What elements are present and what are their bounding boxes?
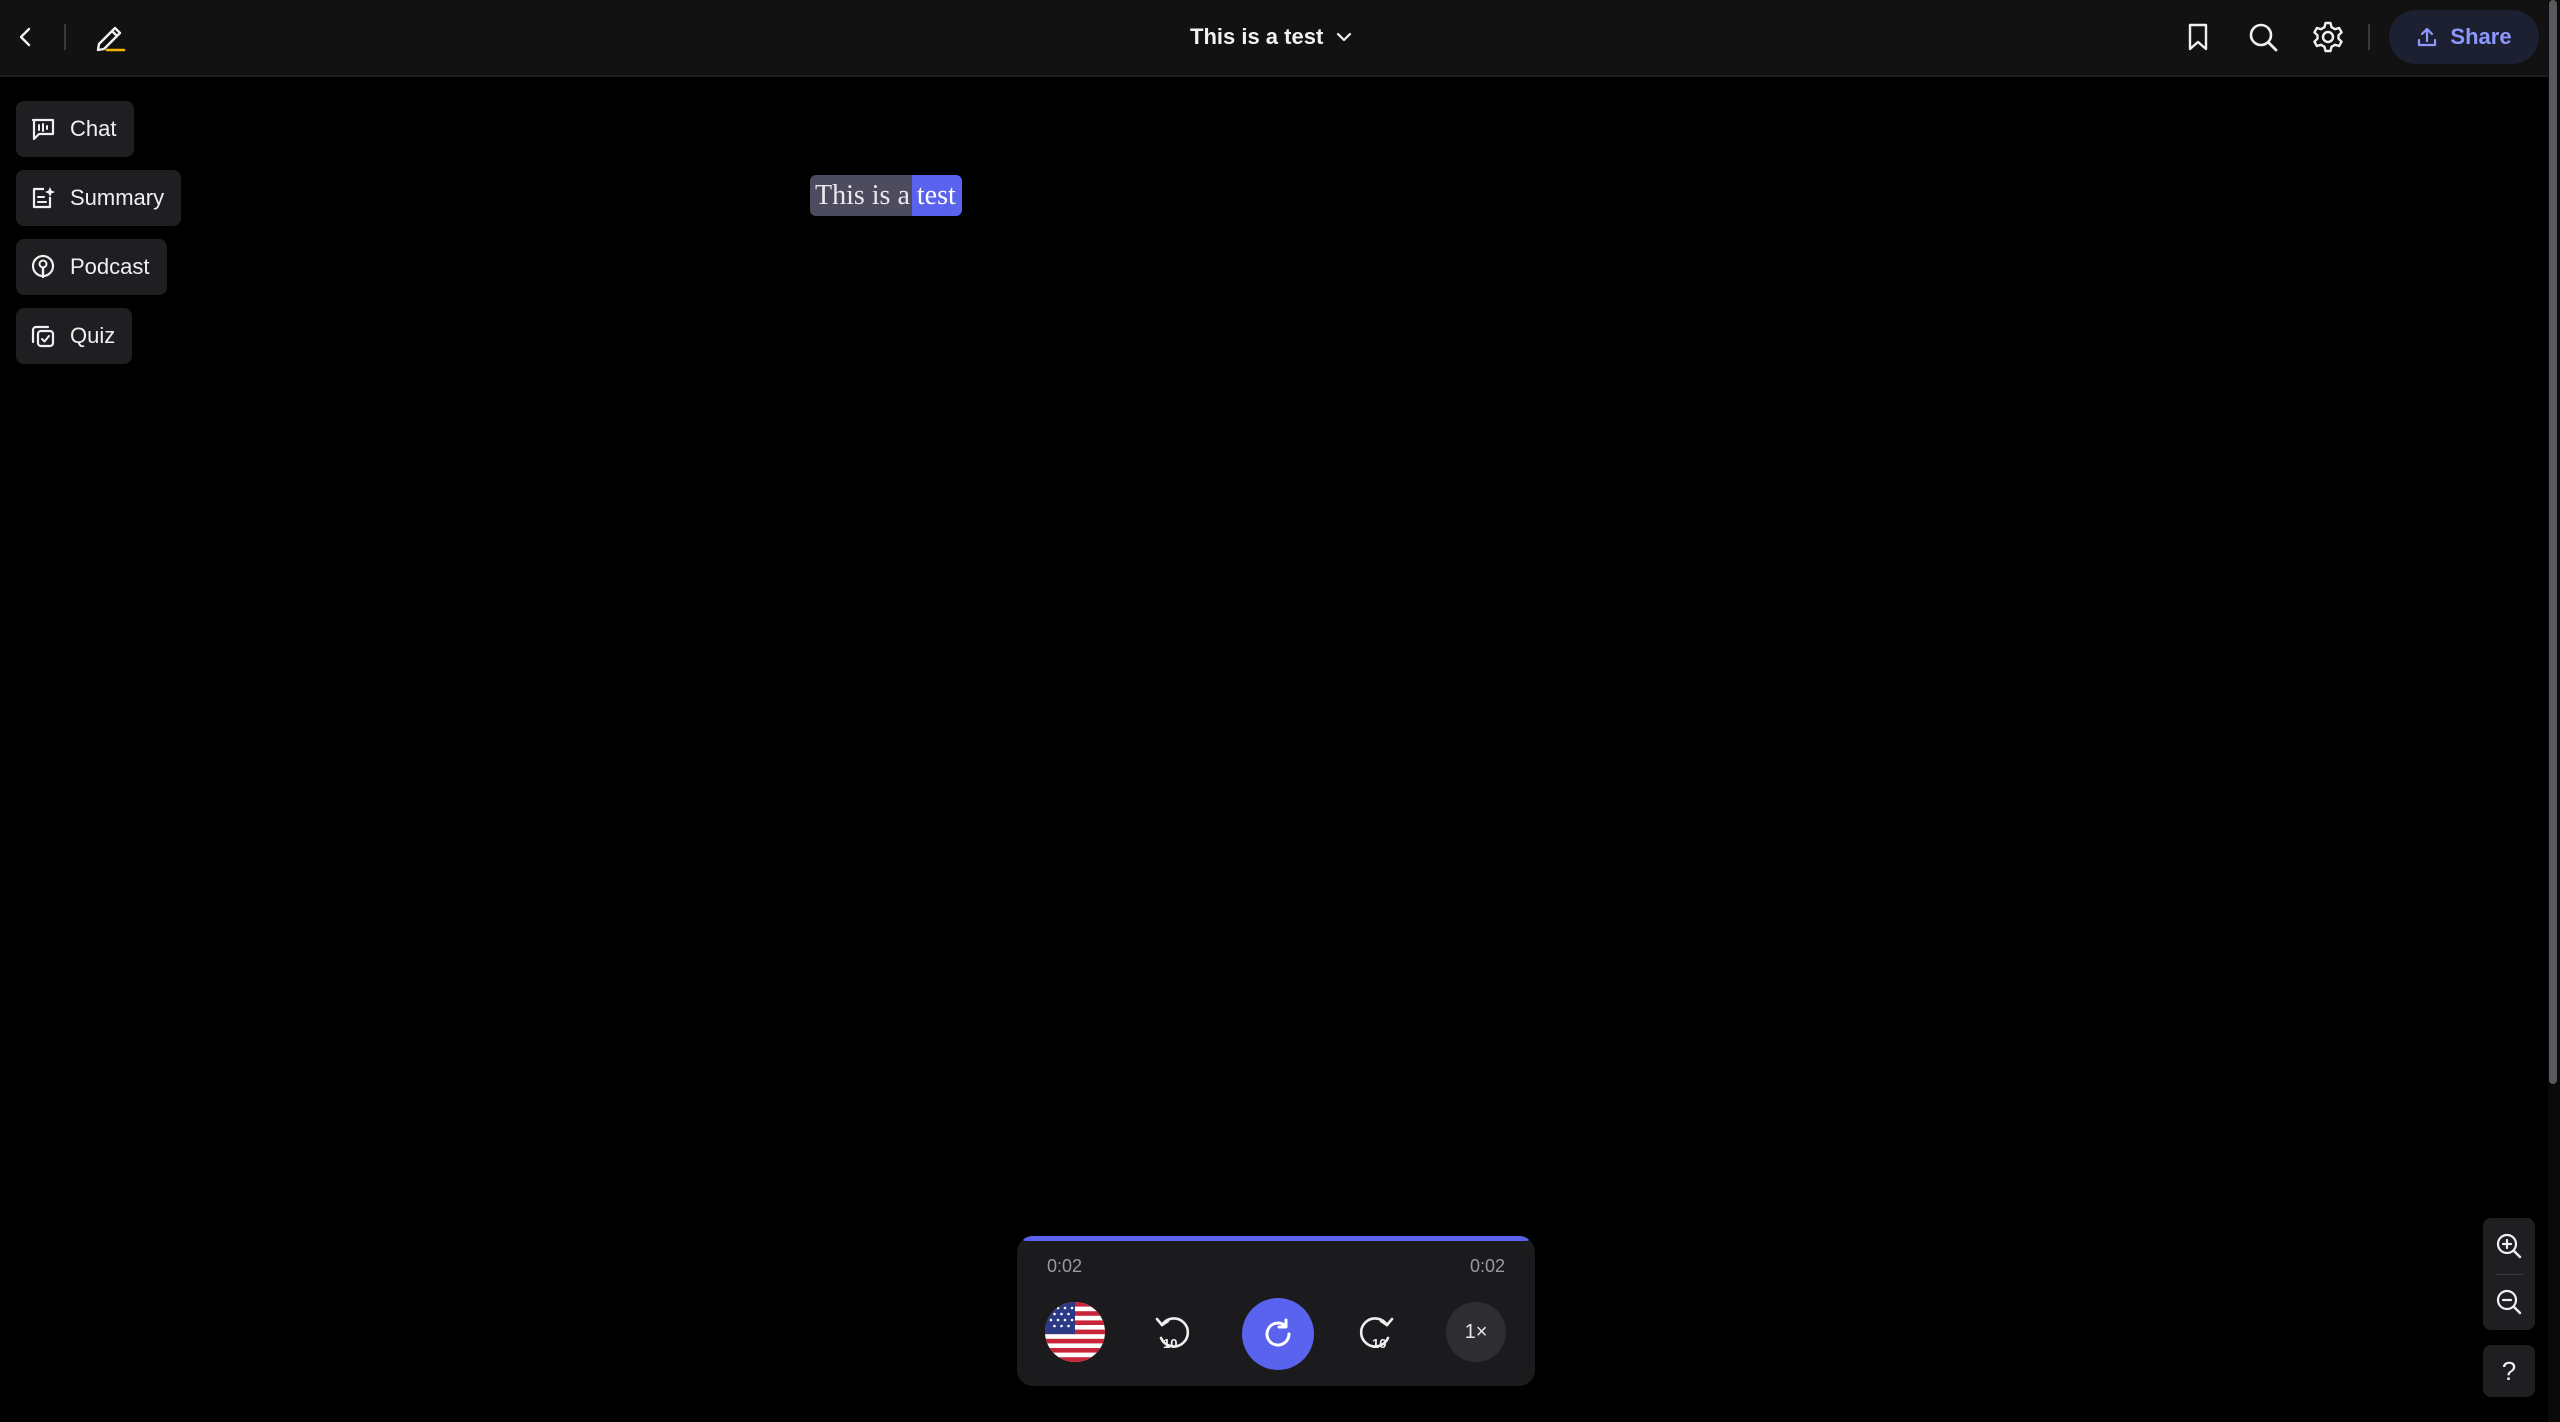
svg-text:10: 10 xyxy=(1163,1336,1177,1351)
replay-icon xyxy=(1265,1318,1291,1347)
voice-selector-button[interactable] xyxy=(1045,1302,1105,1362)
zoom-divider xyxy=(2495,1274,2523,1275)
rewind-10-button[interactable]: 10 xyxy=(1147,1306,1199,1358)
document-title-dropdown[interactable]: This is a test xyxy=(1190,18,1353,56)
us-flag-icon xyxy=(1045,1302,1105,1362)
replay-button[interactable] xyxy=(1242,1298,1314,1370)
help-button[interactable]: ? xyxy=(2483,1345,2535,1397)
back-button[interactable] xyxy=(8,19,44,55)
bookmark-icon xyxy=(2188,23,2208,51)
scrollbar-thumb[interactable] xyxy=(2549,0,2557,1084)
podcast-icon xyxy=(31,254,55,279)
total-duration: 0:02 xyxy=(1469,1256,1505,1276)
upload-icon xyxy=(2418,27,2437,47)
sidebar-item-label: Quiz xyxy=(70,323,116,348)
header-divider xyxy=(2368,24,2370,50)
zoom-controls xyxy=(2483,1218,2535,1330)
rewind-10-icon: 10 xyxy=(1155,1317,1190,1351)
gear-icon xyxy=(2313,21,2343,53)
top-bar: This is a test Share xyxy=(0,0,2548,77)
sidebar-item-label: Chat xyxy=(70,116,117,141)
svg-text:10: 10 xyxy=(1372,1336,1386,1351)
settings-button[interactable] xyxy=(2308,17,2348,57)
sidebar-item-quiz[interactable]: Quiz xyxy=(16,308,132,364)
document-title: This is a test xyxy=(1190,24,1324,49)
pen-icon xyxy=(96,26,126,52)
zoom-out-button[interactable] xyxy=(2483,1276,2535,1328)
header-divider xyxy=(64,24,66,50)
chevron-down-icon xyxy=(1337,32,1352,42)
sidebar-item-label: Summary xyxy=(70,185,165,210)
progress-fill xyxy=(1023,1236,1529,1241)
sidebar-item-label: Podcast xyxy=(70,254,150,279)
sidebar-item-podcast[interactable]: Podcast xyxy=(16,239,167,295)
current-word-highlight: test xyxy=(911,175,962,216)
edit-button[interactable] xyxy=(90,17,130,57)
share-button[interactable]: Share xyxy=(2389,10,2539,64)
back-icon xyxy=(19,27,31,47)
quiz-icon xyxy=(31,325,55,348)
search-button[interactable] xyxy=(2243,17,2283,57)
chat-icon xyxy=(31,118,55,141)
forward-10-icon: 10 xyxy=(1359,1317,1394,1351)
share-label: Share xyxy=(2450,24,2512,49)
zoom-out-icon xyxy=(2496,1289,2522,1315)
zoom-in-icon xyxy=(2496,1233,2522,1259)
bookmark-button[interactable] xyxy=(2178,17,2218,57)
reading-text[interactable]: This is a test xyxy=(810,175,962,216)
zoom-in-button[interactable] xyxy=(2483,1220,2535,1272)
elapsed-time: 0:02 xyxy=(1047,1256,1083,1276)
sidebar-item-summary[interactable]: Summary xyxy=(16,170,181,226)
forward-10-button[interactable]: 10 xyxy=(1350,1306,1402,1358)
progress-bar[interactable] xyxy=(1023,1236,1529,1241)
playback-speed-button[interactable]: 1× xyxy=(1446,1302,1506,1362)
summary-icon xyxy=(32,187,55,209)
audio-player: 0:02 0:02 10 10 1× xyxy=(1017,1236,1535,1386)
search-icon xyxy=(2249,23,2278,52)
read-text-span: This is a xyxy=(810,175,912,216)
sidebar-item-chat[interactable]: Chat xyxy=(16,101,134,157)
